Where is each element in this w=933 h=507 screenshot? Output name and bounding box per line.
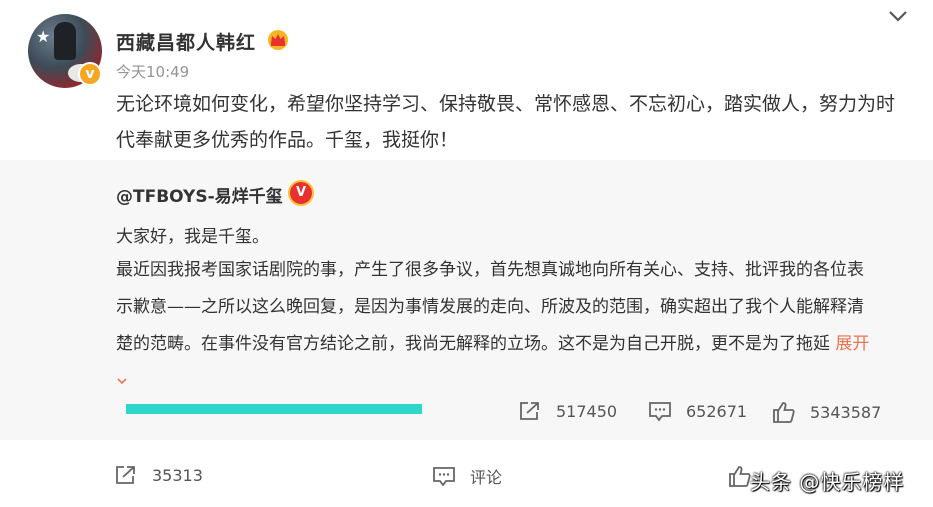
thumbs-up-icon xyxy=(773,402,795,423)
crown-icon[interactable] xyxy=(266,28,290,50)
post-time[interactable]: 今天10:49 xyxy=(116,61,189,82)
expand-label: 展开 xyxy=(835,334,870,354)
reposted-card[interactable]: @TFBOYS-易烊千玺 V 大家好，我是千玺。 最近因我报考国家话剧院的事，产… xyxy=(0,160,933,440)
repost-comment-button[interactable]: 652671 xyxy=(648,400,747,422)
repost-author-name[interactable]: @TFBOYS-易烊千玺 xyxy=(116,182,283,207)
thumbs-up-icon xyxy=(729,466,751,487)
post-text: 无论环境如何变化，希望你坚持学习、保持敬畏、常怀感恩、不忘初心，踏实做人，努力为… xyxy=(116,93,896,151)
comment-button[interactable]: 评论 xyxy=(432,464,502,488)
comment-icon xyxy=(433,467,455,487)
repost-body-text: 最近因我报考国家话剧院的事，产生了很多争议，首先想真诚地向所有关心、支持、批评我… xyxy=(116,260,864,354)
repost-like-count: 5343587 xyxy=(810,402,882,422)
avatar-figure xyxy=(54,22,76,60)
share-button[interactable]: 35313 xyxy=(114,464,203,486)
repost-body: 最近因我报考国家话剧院的事，产生了很多争议，首先想真诚地向所有关心、支持、批评我… xyxy=(116,252,878,400)
repost-like-button[interactable]: 5343587 xyxy=(772,400,881,424)
repost-greeting: 大家好，我是千玺。 xyxy=(116,227,269,247)
share-count: 35313 xyxy=(152,465,203,485)
comment-icon xyxy=(649,402,671,422)
redaction-bar xyxy=(126,404,422,414)
weibo-post: ★ v 西藏昌都人韩红 今天10:49 无论环境如何变化，希望你坚持学习、保持敬… xyxy=(0,0,933,507)
chevron-down-icon[interactable] xyxy=(886,6,910,26)
share-icon xyxy=(520,402,539,420)
avatar-star-icon: ★ xyxy=(36,27,51,46)
repost-share-button[interactable]: 517450 xyxy=(518,400,617,422)
expand-chevron-icon xyxy=(117,378,127,385)
comment-label: 评论 xyxy=(470,468,503,487)
repost-share-count: 517450 xyxy=(556,401,618,421)
watermark: 头条 @快乐榜样 xyxy=(750,470,905,494)
repost-verified-icon: V xyxy=(288,180,314,206)
verified-icon: v xyxy=(78,62,102,86)
repost-comment-count: 652671 xyxy=(686,401,748,421)
share-icon xyxy=(116,466,135,484)
post-author-name[interactable]: 西藏昌都人韩红 xyxy=(116,28,256,55)
